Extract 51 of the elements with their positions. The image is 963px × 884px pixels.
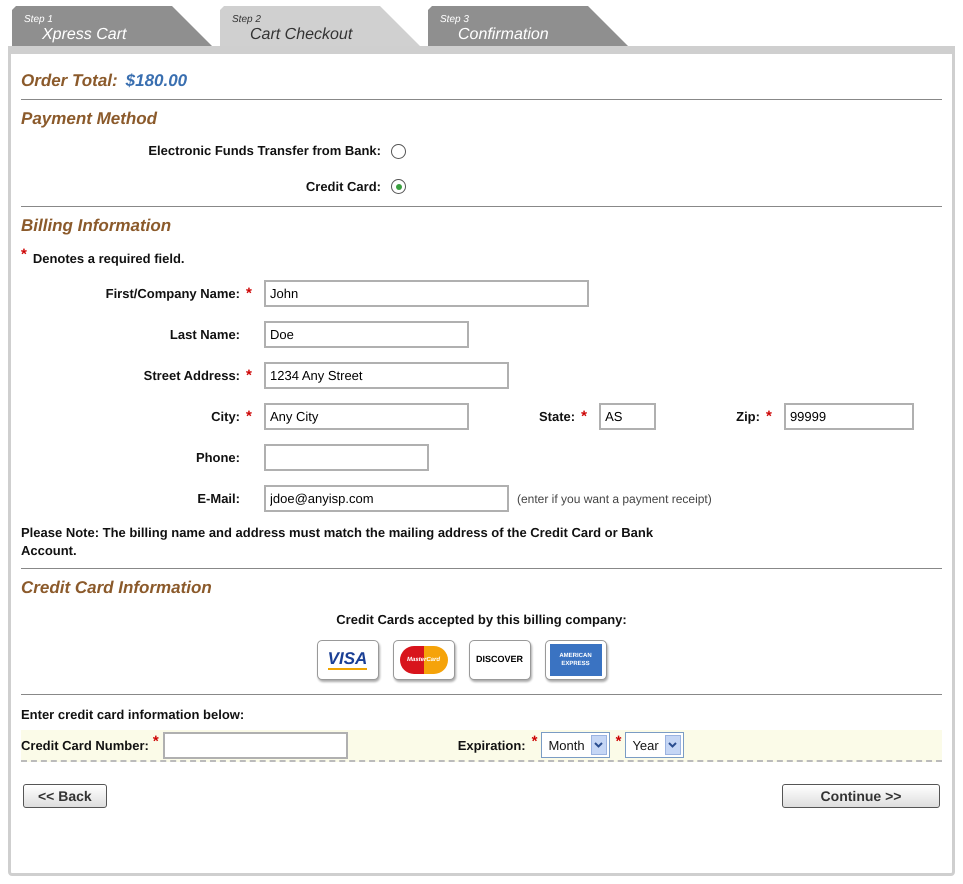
input-field[interactable]: [162, 732, 348, 759]
required-mark: *: [152, 734, 159, 749]
step-tab[interactable]: Step 2 Cart Checkout: [220, 6, 420, 46]
order-total-label: Order Total:: [21, 70, 118, 92]
section-heading: Credit Card Information: [21, 577, 213, 598]
input-field[interactable]: 1234 Any Street: [264, 362, 509, 389]
field-label: Credit Card Number:: [21, 736, 149, 754]
input-field[interactable]: [264, 444, 429, 471]
radio-button[interactable]: [391, 179, 406, 194]
order-total-value: $180.00: [126, 70, 188, 92]
field-label: Last Name:: [170, 326, 240, 344]
required-mark: *: [21, 246, 27, 262]
dropdown[interactable]: Year: [625, 732, 684, 758]
input-field[interactable]: jdoe@anyisp.com: [264, 485, 509, 512]
input-field[interactable]: AS: [599, 403, 656, 430]
accepted-cards-text: Credit Cards accepted by this billing company:: [335, 611, 628, 630]
section-heading: Billing Information: [21, 215, 172, 236]
billing-note: Please Note: The billing name and address must match the mailing address of the Credit Card or Bank Account.: [21, 524, 654, 560]
back-button[interactable]: << Back: [23, 784, 107, 808]
field-label: First/Company Name:: [106, 284, 240, 303]
card-logo: VISA: [316, 640, 378, 680]
input-field[interactable]: Any City: [264, 403, 469, 430]
caret-icon: [590, 735, 607, 756]
input-field[interactable]: 99999: [784, 403, 914, 430]
caret-icon: [664, 735, 681, 756]
field-label: E-Mail:: [197, 490, 240, 508]
section-heading: Payment Method: [21, 108, 158, 130]
required-mark: *: [766, 409, 772, 424]
required-mark: *: [246, 286, 252, 301]
input-field[interactable]: Doe: [264, 321, 469, 348]
required-mark: *: [581, 409, 587, 424]
field-label: City:: [211, 408, 240, 426]
option-label: Electronic Funds Transfer from Bank:: [147, 142, 381, 160]
field-label: Expiration:: [458, 736, 526, 755]
field-label: Phone:: [196, 448, 240, 467]
option-label: Credit Card:: [304, 178, 381, 196]
enter-card-text: Enter credit card information below:: [21, 706, 246, 724]
required-mark: *: [616, 734, 622, 749]
continue-button[interactable]: Continue >>: [782, 784, 940, 808]
field-label: Zip:: [736, 408, 760, 426]
input-field[interactable]: John: [264, 280, 589, 307]
required-mark: *: [246, 409, 252, 424]
required-mark: *: [532, 734, 538, 749]
required-mark: *: [246, 368, 252, 383]
radio-button[interactable]: [391, 144, 406, 158]
field-label: State:: [539, 408, 576, 426]
dropdown[interactable]: Month: [541, 732, 610, 758]
field-hint: (enter if you want a payment receipt): [517, 490, 712, 508]
field-label: Street Address:: [144, 366, 240, 385]
required-note: Denotes a required field.: [32, 250, 185, 268]
card-logo: DISCOVER: [468, 640, 530, 680]
